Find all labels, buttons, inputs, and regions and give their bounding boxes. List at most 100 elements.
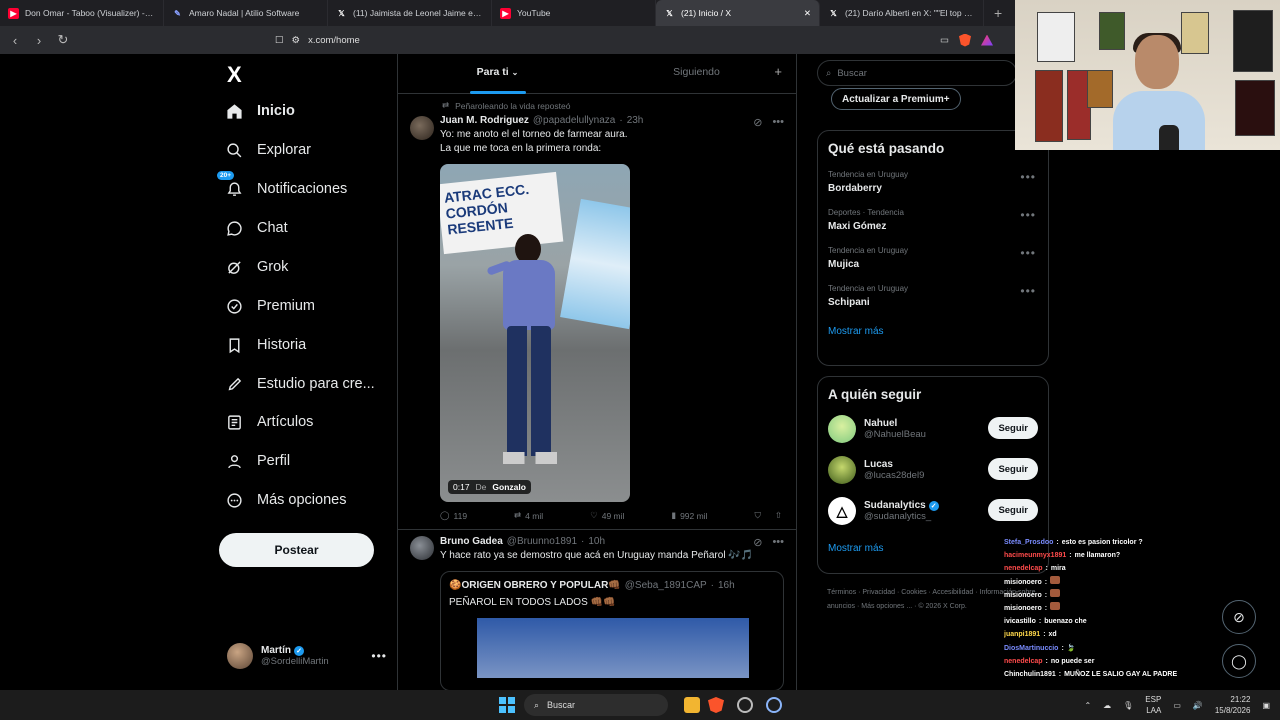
browser-tab[interactable]: ✎ Amaro Nadal | Atilio Software bbox=[164, 0, 328, 26]
new-tab-button[interactable]: + bbox=[984, 5, 1012, 21]
more-dots-icon[interactable]: ••• bbox=[1020, 208, 1036, 222]
tab-siguiendo[interactable]: Siguiendo bbox=[597, 54, 796, 94]
reply-button[interactable]: ◯ 119 bbox=[440, 510, 467, 521]
more-dots-icon[interactable]: ••• bbox=[1020, 284, 1036, 298]
more-dots-icon[interactable]: ••• bbox=[1020, 246, 1036, 260]
messages-fab-icon[interactable]: ◯ bbox=[1222, 644, 1256, 678]
taskbar-search[interactable]: ⌕ Buscar bbox=[524, 694, 668, 716]
views-button[interactable]: ▮ 992 mil bbox=[671, 510, 707, 521]
browser-tab[interactable]: 𝕏 (21) Darío Alberti en X: ""El top 3 de bbox=[820, 0, 984, 26]
language-indicator[interactable]: ESP LAA bbox=[1145, 694, 1161, 716]
more-dots-icon[interactable]: ••• bbox=[772, 116, 784, 129]
trend-item[interactable]: Deportes · Tendencia Maxi Gómez ••• bbox=[828, 208, 1038, 232]
tweet-text: Y hace rato ya se demostro que acá en Ur… bbox=[440, 550, 754, 561]
more-dots-icon[interactable]: ••• bbox=[371, 649, 387, 663]
brave-rewards-icon[interactable] bbox=[981, 34, 993, 46]
tweet-author-name[interactable]: Bruno Gadea bbox=[440, 536, 503, 547]
nav-item-chat[interactable]: Chat bbox=[225, 219, 288, 237]
nav-item-articulos[interactable]: Artículos bbox=[225, 413, 313, 431]
tweet-author-handle[interactable]: @Bruunno1891 bbox=[507, 536, 577, 547]
avatar[interactable] bbox=[410, 116, 434, 140]
show-more-link[interactable]: Mostrar más bbox=[828, 326, 1038, 337]
like-button[interactable]: ♡ 49 mil bbox=[590, 510, 624, 521]
search-input[interactable]: ⌕ Buscar bbox=[817, 60, 1017, 86]
post-button[interactable]: Postear bbox=[219, 533, 374, 567]
add-feed-icon[interactable]: + bbox=[774, 64, 782, 79]
account-switcher[interactable]: Martín ✓ @SordelliMartin ••• bbox=[227, 643, 387, 669]
url-field[interactable]: x.com/home bbox=[308, 35, 360, 46]
follow-suggestion[interactable]: Lucas @lucas28del9 Seguir bbox=[828, 456, 1038, 484]
verified-icon: ✓ bbox=[928, 500, 939, 511]
follow-suggestion[interactable]: △ Sudanalytics ✓ @sudanalytics_ Seguir bbox=[828, 497, 1038, 525]
network-icon[interactable]: ▭ bbox=[1173, 701, 1181, 710]
trend-item[interactable]: Tendencia en Uruguay Bordaberry ••• bbox=[828, 170, 1038, 194]
forward-icon[interactable]: › bbox=[32, 33, 46, 48]
follow-button[interactable]: Seguir bbox=[988, 458, 1038, 480]
nav-item-notificaciones[interactable]: 20+ Notificaciones bbox=[217, 171, 347, 198]
browser-tab[interactable]: ▶ YouTube bbox=[492, 0, 656, 26]
tweet-author-handle[interactable]: @papadelullynaza bbox=[533, 115, 615, 126]
tweet[interactable]: Bruno Gadea @Bruunno1891 · 10h ⊘ ••• Y ha… bbox=[398, 530, 796, 690]
volume-icon[interactable]: 🔊 bbox=[1193, 701, 1203, 710]
brave-shield-icon[interactable] bbox=[959, 33, 971, 47]
back-icon[interactable]: ‹ bbox=[8, 33, 22, 48]
nav-item-perfil[interactable]: Perfil bbox=[225, 452, 290, 470]
chevron-up-icon[interactable]: ⌃ bbox=[1084, 701, 1091, 710]
poster-image bbox=[1037, 12, 1075, 62]
file-explorer-icon[interactable] bbox=[684, 697, 700, 713]
tweet-time[interactable]: 10h bbox=[588, 536, 605, 547]
quote-image[interactable] bbox=[477, 618, 749, 678]
cast-icon[interactable]: ▭ bbox=[940, 35, 949, 46]
microphone-icon[interactable]: 🎙 bbox=[1123, 701, 1133, 710]
follow-suggestion[interactable]: Nahuel @NahuelBeau Seguir bbox=[828, 415, 1038, 443]
bookmark-icon[interactable]: ⛉ bbox=[754, 510, 760, 521]
repost-button[interactable]: ⇄ 4 mil bbox=[514, 510, 543, 521]
tweet-video[interactable]: ATRAC ECC. CORDÓN RESENTE 0:17 De Gonzalo bbox=[440, 164, 630, 502]
follow-button[interactable]: Seguir bbox=[988, 499, 1038, 521]
browser-tab-active[interactable]: 𝕏 (21) Inicio / X ✕ bbox=[656, 0, 820, 26]
grok-explain-icon[interactable]: ⊘ bbox=[753, 116, 762, 129]
nav-item-historia[interactable]: Historia bbox=[225, 336, 306, 354]
browser-tab[interactable]: 𝕏 (11) Jaimista de Leonel Jaime en X: "I bbox=[328, 0, 492, 26]
settings-icon[interactable] bbox=[766, 697, 782, 713]
tweet[interactable]: ⇄ Peñaroleando la vida reposteó Juan M. R… bbox=[398, 94, 796, 530]
main-feed: Para ti ⌄ Siguiendo + ⇄ Peñaroleando la v… bbox=[397, 54, 797, 690]
youtube-icon: ▶ bbox=[500, 7, 511, 19]
close-tab-icon[interactable]: ✕ bbox=[804, 8, 811, 19]
nav-item-inicio[interactable]: Inicio bbox=[225, 102, 295, 120]
trend-item[interactable]: Tendencia en Uruguay Mujica ••• bbox=[828, 246, 1038, 270]
grok-explain-icon[interactable]: ⊘ bbox=[753, 536, 762, 549]
brave-browser-icon[interactable] bbox=[708, 697, 724, 713]
trend-item[interactable]: Tendencia en Uruguay Schipani ••• bbox=[828, 284, 1038, 308]
tweet-time[interactable]: 23h bbox=[627, 115, 644, 126]
app-icon[interactable] bbox=[737, 697, 753, 713]
tab-para-ti[interactable]: Para ti ⌄ bbox=[398, 54, 597, 94]
webcam-overlay bbox=[1015, 0, 1280, 150]
follow-button[interactable]: Seguir bbox=[988, 417, 1038, 439]
x-logo-icon[interactable]: X bbox=[227, 62, 242, 88]
start-menu-icon[interactable] bbox=[499, 697, 515, 713]
nav-item-mas-opciones[interactable]: Más opciones bbox=[225, 491, 346, 509]
site-info-icon[interactable]: ⚙ bbox=[292, 35, 301, 46]
chat-message: hacimeunmyx1891: me llamaron? bbox=[1004, 552, 1121, 560]
quoted-tweet[interactable]: 🍪ORIGEN OBRERO Y POPULAR👊🏾 @Seba_1891CAP ·… bbox=[440, 571, 784, 690]
nav-item-grok[interactable]: Grok bbox=[225, 258, 288, 276]
bookmark-page-icon[interactable]: ☐ bbox=[275, 35, 284, 46]
browser-tab[interactable]: ▶ Don Omar - Taboo (Visualizer) - YouT bbox=[0, 0, 164, 26]
share-icon[interactable]: ⇧ bbox=[775, 510, 782, 521]
avatar[interactable] bbox=[410, 536, 434, 560]
notification-center-icon[interactable]: ▣ bbox=[1262, 701, 1270, 710]
poster-image bbox=[1087, 70, 1113, 108]
clock[interactable]: 21:22 15/8/2026 bbox=[1215, 694, 1251, 716]
premium-upgrade-button[interactable]: Actualizar a Premium+ bbox=[831, 88, 961, 110]
tweet-author-name[interactable]: Juan M. Rodriguez bbox=[440, 115, 529, 126]
onedrive-icon[interactable]: ☁ bbox=[1103, 701, 1111, 710]
nav-item-explorar[interactable]: Explorar bbox=[225, 141, 311, 159]
more-dots-icon[interactable]: ••• bbox=[1020, 170, 1036, 184]
grok-fab-icon[interactable]: ⊘ bbox=[1222, 600, 1256, 634]
more-dots-icon[interactable]: ••• bbox=[772, 536, 784, 549]
more-icon bbox=[225, 491, 243, 509]
reload-icon[interactable]: ↻ bbox=[56, 32, 70, 48]
nav-item-estudio[interactable]: Estudio para cre... bbox=[225, 375, 375, 393]
nav-item-premium[interactable]: Premium bbox=[225, 297, 315, 315]
